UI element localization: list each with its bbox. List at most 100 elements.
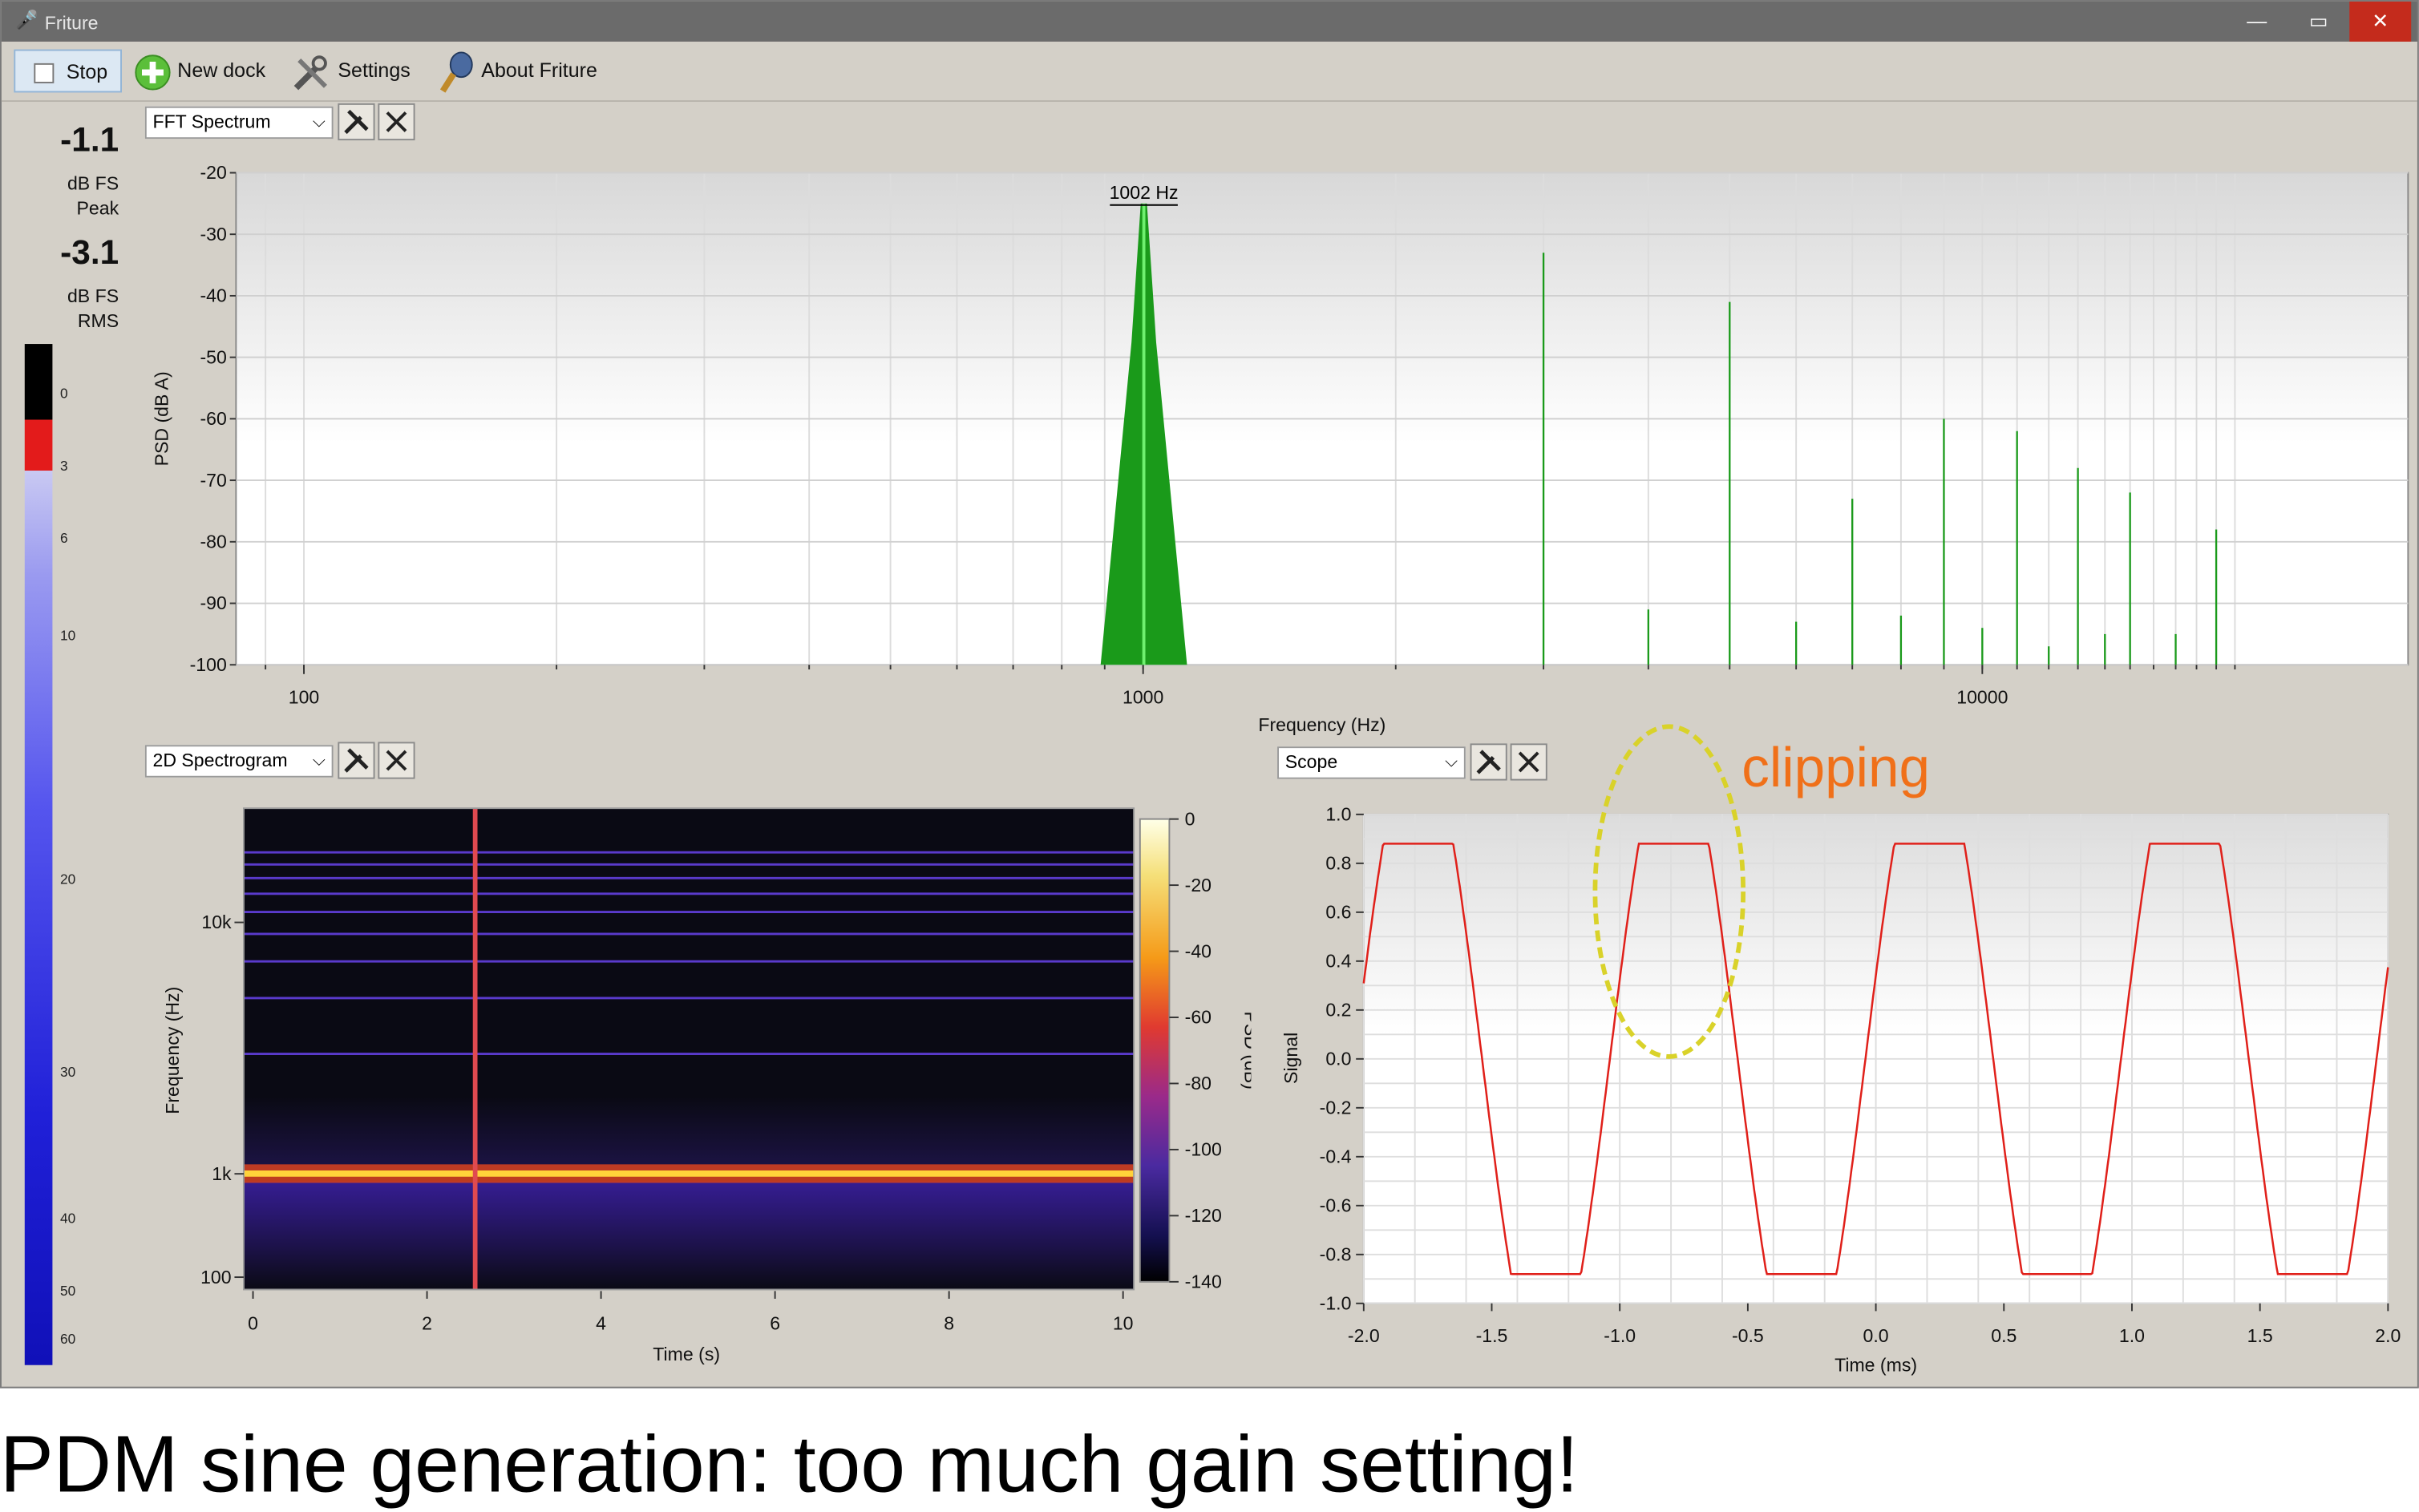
- app-window: 🎤 Friture — ▭ ✕ Stop New dock Settings A…: [0, 0, 2419, 1389]
- spectrogram-dock-select[interactable]: 2D Spectrogram ⌵: [144, 745, 334, 778]
- peak-label: Peak: [76, 197, 119, 220]
- scope-ytick-label: 0.8: [1325, 853, 1351, 874]
- tools-icon: [293, 55, 328, 91]
- fft-settings-button[interactable]: [338, 103, 375, 141]
- about-label: About Friture: [481, 59, 597, 82]
- level-meter-tick: 3: [60, 458, 68, 474]
- colorbar-tick-label: 0: [1185, 808, 1195, 829]
- title-bar: 🎤 Friture — ▭ ✕: [1, 1, 2417, 42]
- scope-ytick-label: -1.0: [1320, 1292, 1352, 1313]
- about-button[interactable]: About Friture: [436, 50, 606, 93]
- checkbox-icon: [34, 63, 55, 83]
- level-meter-tick: 6: [60, 530, 68, 547]
- microphone-icon: [439, 51, 473, 93]
- fft-spectrum-chart: -20 -30 -40 -50 -60 -70 -80 -90 -100 100 1000 10000…: [152, 162, 2409, 735]
- close-window-button[interactable]: ✕: [2349, 1, 2412, 42]
- spectrogram-xtick-label: 4: [596, 1312, 606, 1333]
- minimize-button[interactable]: —: [2226, 2, 2288, 42]
- fft-ytick-label: -50: [200, 346, 226, 367]
- fft-close-button[interactable]: [378, 103, 415, 141]
- scope-ytick-label: 0.4: [1325, 951, 1351, 972]
- scope-ytick-label: 0.0: [1325, 1049, 1351, 1069]
- scope-ytick-label: 1.0: [1325, 804, 1351, 825]
- fft-dock-select[interactable]: FFT Spectrum ⌵: [144, 106, 334, 139]
- new-dock-button[interactable]: New dock: [134, 50, 269, 93]
- scope-ytick-label: 0.6: [1325, 902, 1351, 923]
- scope-xtick-label: 1.5: [2247, 1325, 2273, 1346]
- chevron-down-icon: ⌵: [312, 112, 326, 131]
- scope-settings-button[interactable]: [1470, 743, 1507, 781]
- fft-dock-select-value: FFT Spectrum: [152, 111, 271, 133]
- rms-value: -3.1: [60, 232, 119, 272]
- new-dock-label: New dock: [177, 59, 266, 82]
- colorbar-label: PSD (dB): [1241, 1012, 1252, 1090]
- slide-caption: PDM sine generation: too much gain setti…: [0, 1421, 1579, 1510]
- colorbar-tick-label: -20: [1185, 875, 1212, 895]
- fft-ytick-label: -40: [200, 285, 226, 306]
- fft-ytick-label: -100: [190, 654, 227, 675]
- spectrogram-ytick-label: 10k: [201, 912, 232, 932]
- fft-peak-label: 1002 Hz: [1110, 182, 1179, 203]
- colorbar-tick-label: -60: [1185, 1007, 1212, 1028]
- tools-icon: [1476, 750, 1501, 774]
- scope-xaxis-label: Time (ms): [1834, 1354, 1917, 1375]
- colorbar-tick-label: -100: [1185, 1139, 1222, 1160]
- spectrogram-chart: 0 2 4 6 8 10 Time (s) 10k 1k 100 Frequency (Hz) 0 -2…: [162, 807, 1252, 1364]
- level-meter-tick: 60: [60, 1331, 76, 1347]
- scope-ytick-label: -0.6: [1320, 1195, 1352, 1215]
- close-icon: [386, 111, 407, 132]
- spectrogram-band-upper: [243, 1096, 1135, 1174]
- fft-xtick-label: 100: [289, 686, 320, 707]
- colorbar-tick-label: -140: [1185, 1271, 1222, 1292]
- spectrogram-xaxis-label: Time (s): [653, 1344, 720, 1364]
- scope-ytick-label: -0.8: [1320, 1243, 1352, 1264]
- level-meter-tick: 10: [60, 628, 76, 644]
- stop-button[interactable]: Stop: [14, 49, 122, 93]
- scope-xtick-label: 0.5: [1991, 1325, 2017, 1346]
- spectrogram-dock-select-value: 2D Spectrogram: [152, 750, 288, 771]
- maximize-button[interactable]: ▭: [2288, 2, 2349, 42]
- scope-xtick-label: -1.5: [1476, 1325, 1508, 1346]
- rms-unit: dB FS: [67, 285, 119, 307]
- scope-dock-select-value: Scope: [1284, 750, 1338, 773]
- peak-unit: dB FS: [67, 172, 119, 195]
- scope-xtick-label: 2.0: [2375, 1325, 2401, 1346]
- scope-yaxis-label: Signal: [1280, 1033, 1301, 1084]
- scope-close-button[interactable]: [1510, 743, 1547, 781]
- spectrogram-settings-button[interactable]: [338, 742, 375, 779]
- settings-label: Settings: [338, 59, 411, 82]
- fft-xtick-label: 1000: [1123, 686, 1163, 707]
- spectrogram-xtick-label: 6: [770, 1312, 780, 1333]
- scope-ytick-label: -0.2: [1320, 1098, 1352, 1118]
- scope-xtick-label: -0.5: [1732, 1325, 1764, 1346]
- fft-xaxis-label: Frequency (Hz): [1258, 714, 1385, 735]
- scope-dock-select[interactable]: Scope ⌵: [1277, 746, 1466, 779]
- spectrogram-ytick-label: 1k: [212, 1163, 232, 1184]
- plus-icon: [135, 55, 171, 91]
- colorbar-tick-label: -80: [1185, 1073, 1212, 1094]
- chevron-down-icon: ⌵: [312, 750, 326, 770]
- settings-button[interactable]: Settings: [292, 50, 415, 93]
- spectrogram-close-button[interactable]: [378, 742, 415, 779]
- level-meter-tick: 50: [60, 1283, 76, 1300]
- fft-yaxis-label: PSD (dB A): [152, 371, 172, 466]
- clipping-annotation-circle: [1592, 724, 1746, 1059]
- level-meter-tick: 30: [60, 1064, 76, 1080]
- scope-chart: 1.0 0.8 0.6 0.4 0.2 0.0 -0.2 -0.4 -0.6 -0.8 -1.0 -2…: [1280, 804, 2401, 1376]
- colorbar-tick-label: -40: [1185, 940, 1212, 961]
- spectrogram-band-lower: [243, 1181, 1135, 1290]
- close-icon: [1518, 751, 1539, 773]
- level-meter-tick: 0: [60, 386, 68, 402]
- scope-xtick-label: 0.0: [1863, 1325, 1889, 1346]
- spectrogram-xtick-label: 10: [1113, 1312, 1134, 1333]
- fft-ytick-label: -70: [200, 470, 226, 491]
- fft-ytick-label: -80: [200, 532, 226, 552]
- level-meter-tick: 40: [60, 1211, 76, 1227]
- spectrogram-colorbar: [1139, 818, 1171, 1283]
- fft-xtick-label: 10000: [1956, 686, 2008, 707]
- spectrogram-ytick-label: 100: [200, 1267, 232, 1288]
- spectrogram-xtick-label: 8: [944, 1312, 954, 1333]
- close-icon: [386, 750, 407, 771]
- tools-icon: [344, 748, 369, 773]
- scope-xtick-label: 1.0: [2119, 1325, 2145, 1346]
